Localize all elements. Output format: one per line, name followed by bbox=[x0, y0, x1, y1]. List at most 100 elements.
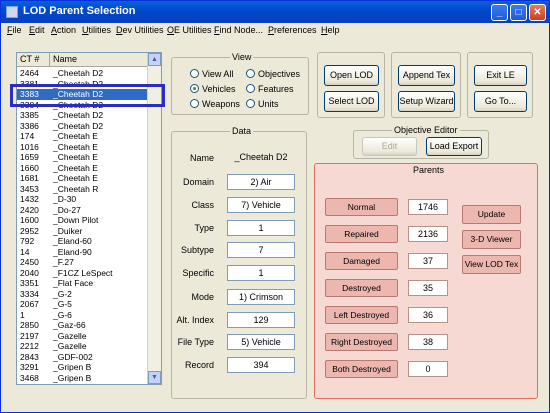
parent-normal-value[interactable]: 1746 bbox=[408, 199, 448, 215]
radio-vehicles[interactable]: Vehicles bbox=[190, 84, 236, 94]
list-row[interactable]: 2850 _Gaz-66 bbox=[17, 320, 149, 331]
parent-damaged-button[interactable]: Damaged bbox=[325, 252, 398, 270]
field-file-type[interactable]: 5) Vehicle bbox=[227, 334, 295, 350]
field-class[interactable]: 7) Vehicle bbox=[227, 197, 295, 213]
menu-preferences[interactable]: Preferences bbox=[268, 25, 317, 35]
list-row[interactable]: 792 _Eland-60 bbox=[17, 236, 149, 247]
scroll-down-icon[interactable]: ▼ bbox=[148, 371, 161, 384]
field-subtype[interactable]: 7 bbox=[227, 242, 295, 258]
field-specific[interactable]: 1 bbox=[227, 265, 295, 281]
radio-units[interactable]: Units bbox=[246, 99, 279, 109]
parent-normal-button[interactable]: Normal bbox=[325, 198, 398, 216]
list-row[interactable]: 2420 _Do-27 bbox=[17, 205, 149, 216]
menu-find-node[interactable]: Find Node... bbox=[214, 25, 263, 35]
list-row[interactable]: 174 _Cheetah E bbox=[17, 131, 149, 142]
list-row[interactable]: 1016 _Cheetah E bbox=[17, 142, 149, 153]
row-ct: 3291 bbox=[20, 362, 39, 372]
scroll-up-icon[interactable]: ▲ bbox=[148, 53, 161, 66]
select-lod-button[interactable]: Select LOD bbox=[324, 91, 379, 112]
row-name: _G-2 bbox=[53, 288, 72, 299]
load-export-button[interactable]: Load Export bbox=[426, 137, 482, 156]
parent-both-destroyed-button[interactable]: Both Destroyed bbox=[325, 360, 398, 378]
radio-icon bbox=[246, 99, 255, 108]
append-tex-button[interactable]: Append Tex bbox=[398, 65, 455, 86]
field-mode[interactable]: 1) Crimson bbox=[227, 289, 295, 305]
radio-view-all[interactable]: View All bbox=[190, 69, 233, 79]
row-ct: 3351 bbox=[20, 278, 39, 288]
radio-label: Features bbox=[258, 84, 294, 94]
row-name: _Gripen B bbox=[53, 372, 92, 383]
radio-icon bbox=[246, 69, 255, 78]
open-lod-button[interactable]: Open LOD bbox=[324, 65, 379, 86]
parent-both-destroyed-value[interactable]: 0 bbox=[408, 361, 448, 377]
menu-dev-utilities[interactable]: Dev Utilities bbox=[116, 25, 164, 35]
radio-features[interactable]: Features bbox=[246, 84, 294, 94]
menu-help[interactable]: Help bbox=[321, 25, 340, 35]
parent-damaged-value[interactable]: 37 bbox=[408, 253, 448, 269]
list-row[interactable]: 3386 _Cheetah D2 bbox=[17, 121, 149, 132]
parent-right-destroyed-button[interactable]: Right Destroyed bbox=[325, 333, 398, 351]
list-row[interactable]: 14 _Eland-90 bbox=[17, 247, 149, 258]
close-icon[interactable]: ✕ bbox=[529, 4, 546, 21]
list-row[interactable]: 2464 _Cheetah D2 bbox=[17, 68, 149, 79]
list-row[interactable]: 1600 _Down Pilot bbox=[17, 215, 149, 226]
list-row[interactable]: 1659 _Cheetah E bbox=[17, 152, 149, 163]
list-row[interactable]: 2040 _F1CZ LeSpect bbox=[17, 268, 149, 279]
row-ct: 2843 bbox=[20, 351, 39, 362]
update-button[interactable]: Update bbox=[462, 205, 521, 224]
field-domain[interactable]: 2) Air bbox=[227, 174, 295, 190]
list-row[interactable]: 2952 _Duiker bbox=[17, 226, 149, 237]
radio-objectives[interactable]: Objectives bbox=[246, 69, 300, 79]
edit-button[interactable]: Edit bbox=[362, 137, 417, 156]
exit-le-button[interactable]: Exit LE bbox=[474, 65, 527, 86]
list-row[interactable]: 2197 _Gazelle bbox=[17, 331, 149, 342]
parent-left-destroyed-button[interactable]: Left Destroyed bbox=[325, 306, 398, 324]
list-row[interactable]: 3468 _Gripen B bbox=[17, 373, 149, 384]
list-row[interactable]: 3351 _Flat Face bbox=[17, 278, 149, 289]
tex-button-group: Append Tex Setup Wizard bbox=[391, 52, 461, 118]
list-row[interactable]: 2212 _Gazelle bbox=[17, 341, 149, 352]
parent-left-destroyed-value[interactable]: 36 bbox=[408, 307, 448, 323]
title-bar[interactable]: LOD Parent Selection _ □ ✕ bbox=[1, 1, 549, 23]
menu-mnemonic: P bbox=[268, 25, 275, 35]
list-row[interactable]: 1432 _D-30 bbox=[17, 194, 149, 205]
radio-weapons[interactable]: Weapons bbox=[190, 99, 240, 109]
menu-edit[interactable]: Edit bbox=[29, 25, 45, 35]
list-row[interactable]: 1660 _Cheetah E bbox=[17, 163, 149, 174]
list-row[interactable]: 3385 _Cheetah D2 bbox=[17, 110, 149, 121]
row-name: _Cheetah E bbox=[53, 173, 98, 183]
list-row[interactable]: 3453 _Cheetah R bbox=[17, 184, 149, 195]
view-lod-tex-button[interactable]: View LOD Tex bbox=[462, 255, 521, 274]
field-record[interactable]: 394 bbox=[227, 357, 295, 373]
list-row[interactable]: 1681 _Cheetah E bbox=[17, 173, 149, 184]
field-alt-index[interactable]: 129 bbox=[227, 312, 295, 328]
menu-utilities[interactable]: Utilities bbox=[82, 25, 111, 35]
list-row[interactable]: 1 _G-6 bbox=[17, 310, 149, 321]
3d-viewer-button[interactable]: 3-D Viewer bbox=[462, 230, 521, 249]
radio-label: Vehicles bbox=[202, 84, 236, 94]
go-to-button[interactable]: Go To... bbox=[474, 91, 527, 112]
parent-destroyed-button[interactable]: Destroyed bbox=[325, 279, 398, 297]
setup-wizard-button[interactable]: Setup Wizard bbox=[398, 91, 455, 112]
maximize-icon[interactable]: □ bbox=[510, 4, 527, 21]
list-row[interactable]: 3469 _Gripen B bbox=[17, 383, 149, 384]
list-row[interactable]: 3291 _Gripen B bbox=[17, 362, 149, 373]
row-name: _F.27 bbox=[53, 257, 74, 267]
label-file-type: File Type bbox=[177, 337, 214, 347]
parent-repaired-value[interactable]: 2136 bbox=[408, 226, 448, 242]
list-row[interactable]: 2843 _GDF-002 bbox=[17, 352, 149, 363]
column-header-name[interactable]: Name bbox=[50, 53, 149, 67]
parent-repaired-button[interactable]: Repaired bbox=[325, 225, 398, 243]
list-row[interactable]: 3334 _G-2 bbox=[17, 289, 149, 300]
menu-oe-utilities[interactable]: OE Utilities bbox=[167, 25, 212, 35]
list-row[interactable]: 2067 _G-5 bbox=[17, 299, 149, 310]
menu-file[interactable]: File bbox=[7, 25, 22, 35]
parent-destroyed-value[interactable]: 35 bbox=[408, 280, 448, 296]
minimize-icon[interactable]: _ bbox=[491, 4, 508, 21]
list-row[interactable]: 2450 _F.27 bbox=[17, 257, 149, 268]
column-header-ct[interactable]: CT # bbox=[17, 53, 50, 67]
parent-right-destroyed-value[interactable]: 38 bbox=[408, 334, 448, 350]
menu-action[interactable]: Action bbox=[51, 25, 76, 35]
field-type[interactable]: 1 bbox=[227, 220, 295, 236]
row-name: _GDF-002 bbox=[53, 351, 93, 362]
